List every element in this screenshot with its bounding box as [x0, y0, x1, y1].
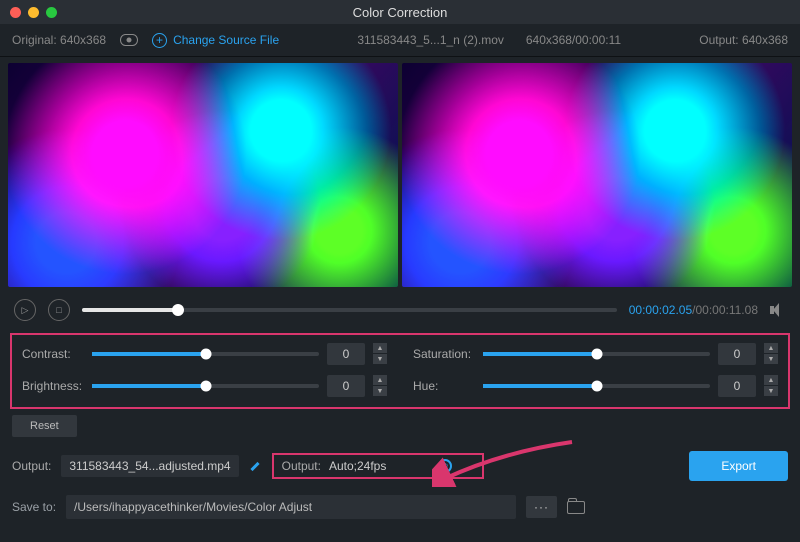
hue-slider[interactable]: [483, 384, 710, 388]
hue-label: Hue:: [413, 379, 475, 393]
output-format-box: Output: Auto;24fps: [272, 453, 485, 479]
up-arrow-icon[interactable]: ▲: [373, 343, 387, 354]
timecode: 00:00:02.05/00:00:11.08: [629, 303, 758, 317]
preview-original: [8, 63, 398, 287]
contrast-label: Contrast:: [22, 347, 84, 361]
brightness-control: Brightness: 0 ▲▼: [22, 375, 387, 397]
saturation-control: Saturation: 0 ▲▼: [413, 343, 778, 365]
saturation-stepper[interactable]: ▲▼: [764, 343, 778, 365]
reset-button[interactable]: Reset: [12, 415, 77, 437]
export-button[interactable]: Export: [689, 451, 788, 481]
original-dimensions: Original: 640x368: [12, 33, 106, 47]
pencil-icon[interactable]: [249, 460, 262, 473]
time-current: 00:00:02.05: [629, 303, 692, 317]
play-button[interactable]: ▷: [14, 299, 36, 321]
down-arrow-icon[interactable]: ▼: [373, 354, 387, 365]
brightness-value[interactable]: 0: [327, 375, 365, 397]
more-button[interactable]: ···: [526, 496, 557, 518]
reset-row: Reset: [0, 409, 800, 443]
change-source-button[interactable]: + Change Source File: [152, 33, 279, 48]
source-meta: 640x368/00:00:11: [526, 33, 621, 47]
brightness-stepper[interactable]: ▲▼: [373, 375, 387, 397]
info-bar: Original: 640x368 + Change Source File 3…: [0, 24, 800, 57]
saturation-slider[interactable]: [483, 352, 710, 356]
hue-control: Hue: 0 ▲▼: [413, 375, 778, 397]
contrast-stepper[interactable]: ▲▼: [373, 343, 387, 365]
time-total: /00:00:11.08: [692, 303, 758, 317]
hue-stepper[interactable]: ▲▼: [764, 375, 778, 397]
down-arrow-icon[interactable]: ▼: [764, 354, 778, 365]
output-dimensions: Output: 640x368: [699, 33, 788, 47]
titlebar: Color Correction: [0, 0, 800, 24]
gear-icon[interactable]: [438, 459, 452, 473]
folder-icon[interactable]: [567, 501, 585, 514]
timeline-knob[interactable]: [172, 304, 184, 316]
up-arrow-icon[interactable]: ▲: [764, 343, 778, 354]
contrast-slider[interactable]: [92, 352, 319, 356]
output-filename: 311583443_54...adjusted.mp4: [61, 455, 238, 477]
maximize-window-button[interactable]: [46, 7, 57, 18]
color-controls-panel: Contrast: 0 ▲▼ Saturation: 0 ▲▼ Brightne…: [10, 333, 790, 409]
output-format-value: Auto;24fps: [329, 459, 386, 473]
color-correction-window: Color Correction Original: 640x368 + Cha…: [0, 0, 800, 542]
stop-button[interactable]: □: [48, 299, 70, 321]
brightness-label: Brightness:: [22, 379, 84, 393]
output-row: Output: 311583443_54...adjusted.mp4 Outp…: [0, 443, 800, 489]
save-to-label: Save to:: [12, 500, 56, 514]
save-row: Save to: /Users/ihappyacethinker/Movies/…: [0, 489, 800, 529]
up-arrow-icon[interactable]: ▲: [373, 375, 387, 386]
saturation-label: Saturation:: [413, 347, 475, 361]
eye-icon[interactable]: [120, 34, 138, 46]
minimize-window-button[interactable]: [28, 7, 39, 18]
volume-icon[interactable]: [770, 303, 786, 317]
playback-bar: ▷ □ 00:00:02.05/00:00:11.08: [0, 291, 800, 333]
output-label: Output:: [12, 459, 51, 473]
timeline-fill: [82, 308, 178, 312]
down-arrow-icon[interactable]: ▼: [373, 386, 387, 397]
plus-circle-icon: +: [152, 33, 167, 48]
contrast-value[interactable]: 0: [327, 343, 365, 365]
down-arrow-icon[interactable]: ▼: [764, 386, 778, 397]
brightness-slider[interactable]: [92, 384, 319, 388]
source-filename: 311583443_5...1_n (2).mov: [357, 33, 504, 47]
up-arrow-icon[interactable]: ▲: [764, 375, 778, 386]
close-window-button[interactable]: [10, 7, 21, 18]
save-path: /Users/ihappyacethinker/Movies/Color Adj…: [66, 495, 516, 519]
hue-value[interactable]: 0: [718, 375, 756, 397]
saturation-value[interactable]: 0: [718, 343, 756, 365]
window-controls: [10, 7, 57, 18]
output-format-label: Output:: [282, 459, 321, 473]
window-title: Color Correction: [353, 5, 448, 20]
timeline-slider[interactable]: [82, 308, 617, 312]
preview-pane: [0, 57, 800, 291]
contrast-control: Contrast: 0 ▲▼: [22, 343, 387, 365]
preview-adjusted: [402, 63, 792, 287]
change-source-label: Change Source File: [173, 33, 279, 47]
